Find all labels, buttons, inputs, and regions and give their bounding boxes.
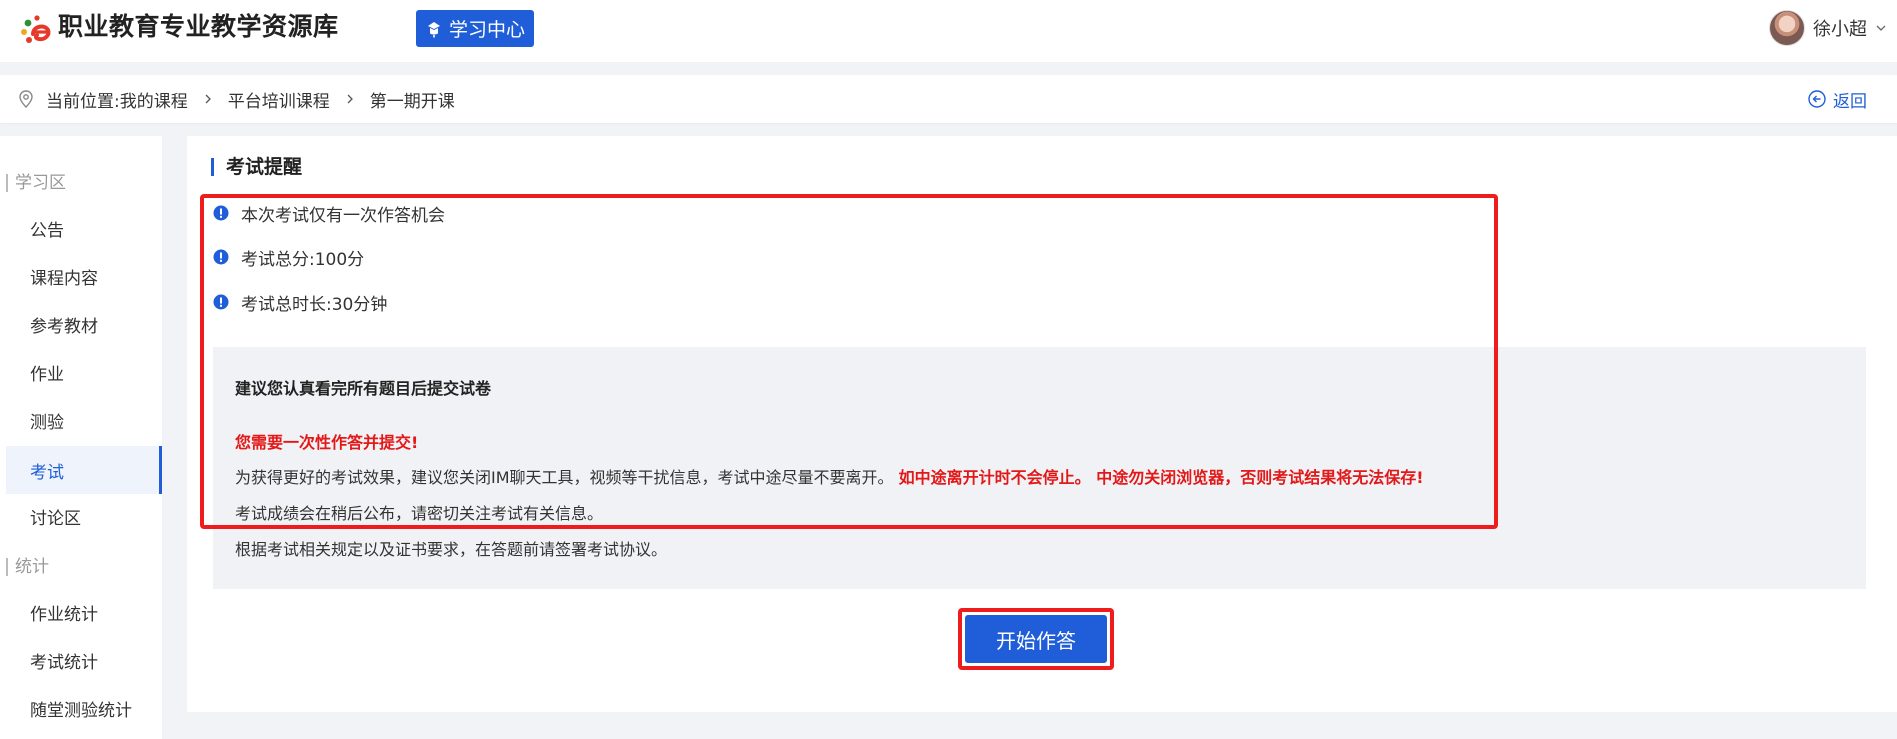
chevron-down-icon xyxy=(1876,25,1886,31)
top-header: 职业教育专业教学资源库 学习中心 徐小超 xyxy=(0,0,1897,62)
chevron-right-icon xyxy=(205,94,211,104)
notice-line-1-warning: 如中途离开计时不会停止。 中途勿关闭浏览器，否则考试结果将无法保存! xyxy=(898,468,1424,487)
notice-title: 建议您认真看完所有题目后提交试卷 xyxy=(235,379,492,398)
exam-reminder-card: 考试提醒 本次考试仅有一次作答机会 考试总分:100分 考试总时长:30分钟 建… xyxy=(187,136,1897,712)
avatar xyxy=(1769,10,1805,46)
tip-text: 本次考试仅有一次作答机会 xyxy=(241,205,445,226)
tip-text: 考试总时长:30分钟 xyxy=(241,294,388,315)
back-label: 返回 xyxy=(1833,91,1867,112)
chevron-right-icon xyxy=(347,94,353,104)
learn-center-button[interactable]: 学习中心 xyxy=(416,10,534,47)
sidebar-item-reference-books[interactable]: 参考教材 xyxy=(6,300,162,348)
sidebar-item-quiz[interactable]: 测验 xyxy=(6,396,162,444)
site-title: 职业教育专业教学资源库 xyxy=(58,12,339,41)
tip-item: 考试总分:100分 xyxy=(213,246,613,270)
sidebar-item-inclass-quiz-stats[interactable]: 随堂测验统计 xyxy=(6,684,162,732)
breadcrumb-bar: 当前位置: 我的课程 平台培训课程 第一期开课 返回 xyxy=(0,75,1897,123)
sidebar-item-exam-stats[interactable]: 考试统计 xyxy=(6,636,162,684)
sidebar-item-homework-stats[interactable]: 作业统计 xyxy=(6,588,162,636)
sidebar: 学习区 公告 课程内容 参考教材 作业 测验 考试 讨论区 统计 作业统计 考试… xyxy=(0,136,162,739)
learn-center-label: 学习中心 xyxy=(448,19,525,41)
sidebar-group-study: 学习区 xyxy=(6,174,66,192)
info-dot-icon xyxy=(213,249,229,265)
exam-notice-box: 建议您认真看完所有题目后提交试卷 您需要一次性作答并提交! 为获得更好的考试效果… xyxy=(213,347,1866,589)
sidebar-item-announcement[interactable]: 公告 xyxy=(6,204,162,252)
sidebar-item-discussion[interactable]: 讨论区 xyxy=(6,492,162,540)
sidebar-item-homework[interactable]: 作业 xyxy=(6,348,162,396)
notice-red-heading: 您需要一次性作答并提交! xyxy=(235,433,419,452)
section-title: 考试提醒 xyxy=(211,158,302,177)
notice-line-1-normal: 为获得更好的考试效果，建议您关闭IM聊天工具，视频等干扰信息，考试中途尽量不要离… xyxy=(235,468,894,487)
graduation-cap-icon xyxy=(427,21,440,37)
sidebar-item-exam[interactable]: 考试 xyxy=(6,446,162,494)
notice-line-2: 考试成绩会在稍后公布，请密切关注考试有关信息。 xyxy=(235,504,604,523)
notice-line-1: 为获得更好的考试效果，建议您关闭IM聊天工具，视频等干扰信息，考试中途尽量不要离… xyxy=(235,464,1424,488)
breadcrumb-prefix: 当前位置: xyxy=(46,91,120,112)
user-menu[interactable]: 徐小超 xyxy=(1769,8,1887,48)
notice-line-3: 根据考试相关规定以及证书要求，在答题前请签署考试协议。 xyxy=(235,540,668,559)
tip-text: 考试总分:100分 xyxy=(241,249,365,270)
tip-item: 考试总时长:30分钟 xyxy=(213,291,613,315)
info-dot-icon xyxy=(213,294,229,310)
breadcrumb-item-current-session: 第一期开课 xyxy=(369,91,455,112)
back-arrow-icon xyxy=(1808,90,1826,108)
sidebar-group-statistics: 统计 xyxy=(6,558,49,576)
sidebar-item-course-content[interactable]: 课程内容 xyxy=(6,252,162,300)
tip-item: 本次考试仅有一次作答机会 xyxy=(213,202,613,226)
info-dot-icon xyxy=(213,205,229,221)
start-answering-button[interactable]: 开始作答 xyxy=(965,615,1107,663)
breadcrumb: 当前位置: 我的课程 平台培训课程 第一期开课 xyxy=(16,75,455,123)
location-pin-icon xyxy=(19,90,33,108)
breadcrumb-item-platform-course[interactable]: 平台培训课程 xyxy=(228,87,330,112)
back-button[interactable]: 返回 xyxy=(1807,75,1867,123)
user-name: 徐小超 xyxy=(1813,19,1867,40)
breadcrumb-item-my-courses[interactable]: 我的课程 xyxy=(120,87,188,112)
logo-icon xyxy=(21,15,51,43)
